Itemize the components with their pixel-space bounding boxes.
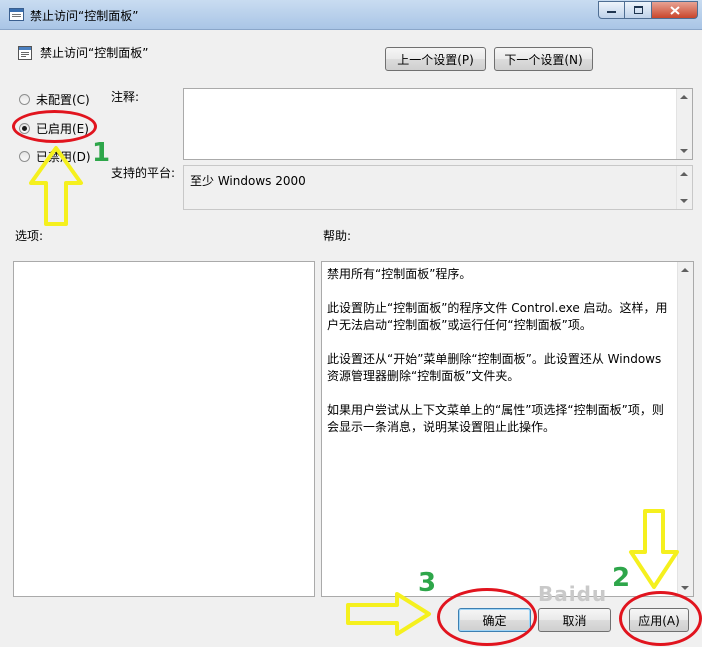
minimize-button[interactable] [598,1,625,19]
help-text: 禁用所有“控制面板”程序。 此设置防止“控制面板”的程序文件 Control.e… [327,266,675,453]
scroll-up-icon[interactable] [680,172,688,176]
annotation-ellipse-ok [437,588,537,646]
window-controls [598,1,698,19]
close-icon [669,5,680,15]
help-paragraph: 此设置还从“开始”菜单删除“控制面板”。此设置还从 Windows 资源管理器删… [327,352,662,383]
watermark: Baidu [538,582,608,606]
up-arrow-icon [29,146,83,226]
platform-scrollbar[interactable] [676,166,692,209]
close-button[interactable] [652,1,698,19]
help-paragraph: 如果用户尝试从上下文菜单上的“属性”项选择“控制面板”项，则会显示一条消息，说明… [327,403,664,434]
scroll-up-icon[interactable] [681,268,689,272]
radio-not-configured[interactable]: 未配置(C) [19,91,90,108]
window-title: 禁止访问“控制面板” [30,9,139,23]
right-arrow-icon [346,592,431,636]
help-paragraph: 此设置防止“控制面板”的程序文件 Control.exe 启动。这样，用户无法启… [327,301,668,332]
platform-value: 至少 Windows 2000 [190,174,306,188]
platform-field: 至少 Windows 2000 [183,165,693,210]
previous-setting-button[interactable]: 上一个设置(P) [385,47,486,71]
scroll-down-icon[interactable] [681,586,689,590]
cancel-button[interactable]: 取消 [538,608,611,632]
annotation-ellipse-enabled [12,110,97,143]
maximize-button[interactable] [625,1,652,19]
scroll-down-icon[interactable] [680,149,688,153]
help-paragraph: 禁用所有“控制面板”程序。 [327,267,472,281]
options-label: 选项: [15,229,44,243]
down-arrow-icon [629,509,679,589]
maximize-icon [633,6,643,14]
policy-window-icon [9,8,24,21]
scroll-up-icon[interactable] [680,95,688,99]
radio-not-configured-button[interactable] [19,94,30,105]
title-bar: 禁止访问“控制面板” [0,0,702,30]
dialog-body: 禁止访问“控制面板” 上一个设置(P) 下一个设置(N) 未配置(C) 已启用(… [0,30,702,647]
comment-label: 注释: [111,90,140,104]
annotation-ellipse-apply [619,591,702,646]
help-label: 帮助: [323,229,352,243]
platform-label: 支持的平台: [111,166,176,180]
options-pane [13,261,315,597]
comment-textarea[interactable] [183,88,693,160]
policy-title: 禁止访问“控制面板” [40,46,149,60]
next-setting-button[interactable]: 下一个设置(N) [494,47,593,71]
annotation-step-1: 1 [92,138,111,168]
comment-scrollbar[interactable] [676,89,692,159]
minimize-icon [607,11,616,13]
scroll-down-icon[interactable] [680,199,688,203]
policy-setting-icon [18,46,32,60]
radio-not-configured-label: 未配置(C) [36,93,90,107]
